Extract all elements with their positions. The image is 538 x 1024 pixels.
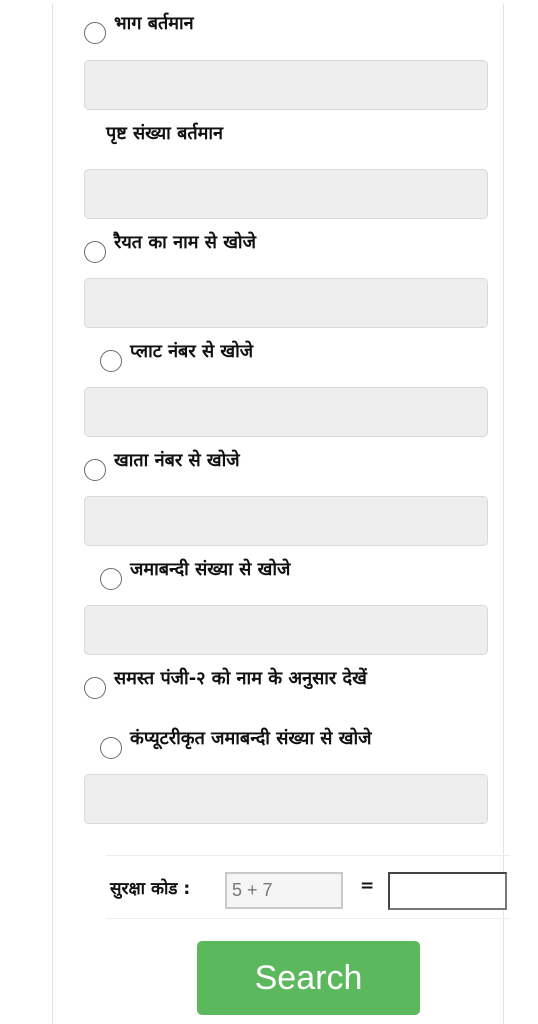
computerikrit-jamabandi-input[interactable]	[84, 774, 488, 824]
jamabandi-sankhya-input[interactable]	[84, 605, 488, 655]
captcha-row: सुरक्षा कोड : 5 + 7 =	[106, 855, 510, 919]
prisht-sankhya-input[interactable]	[84, 169, 488, 219]
option-computerikrit-jamabandi[interactable]: कंप्यूटरीकृत जमाबन्दी संख्या से खोजे	[100, 727, 371, 759]
option-label: भाग बर्तमान	[114, 13, 194, 34]
option-label: खाता नंबर से खोजे	[114, 450, 240, 471]
option-label: समस्त पंजी-२ को नाम के अनुसार देखें	[114, 668, 367, 689]
raiyat-naam-input[interactable]	[84, 278, 488, 328]
option-jamabandi-sankhya[interactable]: जमाबन्दी संख्या से खोजे	[100, 558, 290, 590]
captcha-answer-input[interactable]	[388, 872, 507, 910]
bhag-bartaman-input[interactable]	[84, 60, 488, 110]
radio-button[interactable]	[100, 350, 122, 372]
option-bhag-bartaman[interactable]: भाग बर्तमान	[84, 12, 194, 44]
plot-number-input[interactable]	[84, 387, 488, 437]
captcha-expression: 5 + 7	[225, 872, 343, 909]
option-label: जमाबन्दी संख्या से खोजे	[130, 559, 291, 580]
khata-number-input[interactable]	[84, 496, 488, 546]
option-khata-number[interactable]: खाता नंबर से खोजे	[84, 449, 240, 481]
option-label: पृष्ट संख्या बर्तमान	[106, 123, 224, 144]
radio-button[interactable]	[84, 22, 106, 44]
option-raiyat-naam[interactable]: रैयत का नाम से खोजे	[84, 231, 256, 263]
radio-button[interactable]	[84, 677, 106, 699]
option-samast-panji[interactable]: समस्त पंजी-२ को नाम के अनुसार देखें	[84, 667, 367, 699]
radio-button[interactable]	[100, 737, 122, 759]
equals-sign: =	[360, 876, 375, 896]
captcha-label: सुरक्षा कोड :	[110, 879, 191, 899]
option-label: प्लाट नंबर से खोजे	[130, 341, 254, 362]
container-border-left	[52, 4, 53, 1024]
radio-button[interactable]	[84, 459, 106, 481]
search-button[interactable]: Search	[197, 941, 420, 1015]
option-label: रैयत का नाम से खोजे	[114, 232, 256, 253]
option-label: कंप्यूटरीकृत जमाबन्दी संख्या से खोजे	[130, 728, 372, 749]
option-prisht-sankhya: पृष्ट संख्या बर्तमान	[106, 122, 223, 146]
radio-button[interactable]	[84, 241, 106, 263]
option-plot-number[interactable]: प्लाट नंबर से खोजे	[100, 340, 253, 372]
radio-button[interactable]	[100, 568, 122, 590]
